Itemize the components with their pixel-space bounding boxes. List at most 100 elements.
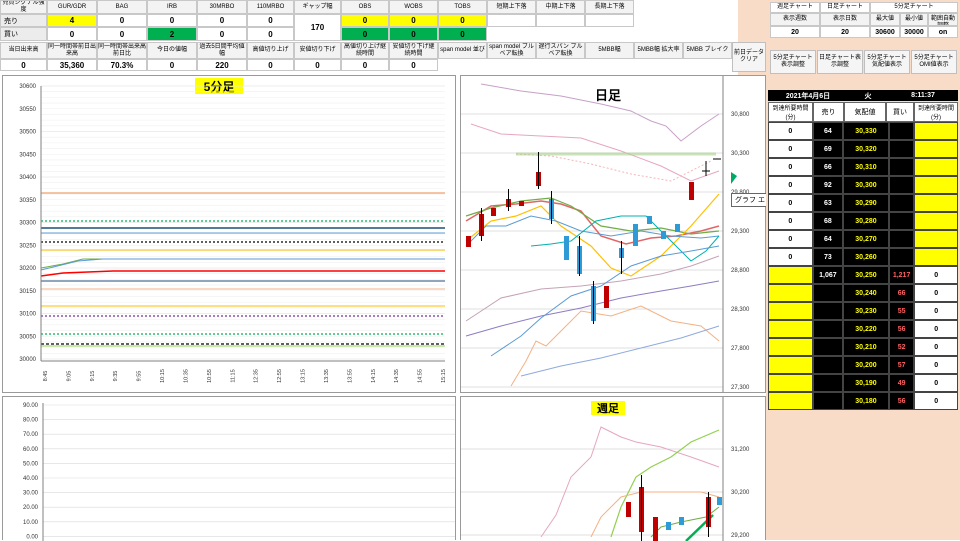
ob-header-sell: 売り	[813, 102, 844, 122]
orderbook-buy-row: 30,200 57 0	[768, 356, 958, 374]
lower-ytick: 10.00	[23, 520, 39, 526]
fivemin-xtick: 11:15	[230, 369, 236, 382]
header-5mbb-expand: 5MBB幅 拡大率	[634, 42, 683, 59]
orderbook-sell-row: 0 64 30,330	[768, 122, 958, 140]
orderbook-buy-row: 30,210 52 0	[768, 338, 958, 356]
fivemin-quote-button[interactable]: 5分足チャート気配値表示	[864, 50, 910, 74]
ob-buy-price: 30,190	[843, 374, 889, 392]
fivemin-ytick: 30000	[19, 357, 36, 363]
fivemin-adjust-button[interactable]: 5分足チャート表示調整	[770, 50, 816, 74]
sell-long	[585, 14, 634, 27]
header-irb: IRB	[147, 0, 197, 14]
min-input[interactable]: 30000	[900, 26, 928, 38]
ob-buy-qty: 52	[888, 338, 915, 356]
lower-ytick: 60.00	[23, 447, 39, 453]
header-span-order: span model 並び	[438, 42, 487, 59]
fivemin-xtick: 14:15	[371, 369, 377, 383]
ob-buy-time: 0	[914, 320, 958, 338]
orderbook-sell-row: 0 63 30,290	[768, 194, 958, 212]
ob-sell-buy-empty	[888, 212, 915, 230]
ob-buy-time: 0	[914, 356, 958, 374]
header-mid-term: 中期上下落	[536, 0, 585, 14]
buy-bag: 0	[97, 27, 147, 41]
auto-adjust-toggle[interactable]: on	[928, 26, 958, 38]
weekly-ytick: 31,200	[731, 447, 750, 453]
ob-buy-left-empty	[768, 302, 813, 320]
ob-buy-qty: 56	[888, 320, 915, 338]
volume-ratio-value: 70.3%	[97, 59, 147, 71]
daily-adjust-button[interactable]: 日足チャート表示調整	[817, 50, 863, 74]
fivemin-xtick: 12:55	[277, 369, 283, 383]
sell-mid	[536, 14, 585, 27]
weekly-chart-header: 週足チャート	[770, 2, 820, 13]
lower-chart-panel[interactable]: 90.00 80.00 70.00 60.00 50.00 40.00 30.00 20.00…	[2, 396, 456, 541]
weeks-input[interactable]: 20	[770, 26, 820, 38]
ob-buy-sell-qty	[812, 320, 844, 338]
ob-buy-qty: 66	[888, 284, 915, 302]
ob-buy-price: 30,220	[843, 320, 889, 338]
daily-ytick: 28,300	[731, 307, 750, 313]
fivemin-xtick: 8:45	[43, 371, 49, 382]
header-lower-low: 安値切り下げ	[294, 42, 341, 59]
orderbook-time: 8:11:37	[911, 92, 935, 99]
ob-sell-buy-empty	[888, 230, 915, 248]
header-110mrbo: 110MRBO	[247, 0, 294, 14]
weekly-chart-panel[interactable]: 週足 31,200 30,200 29,200	[460, 396, 766, 541]
buy-wobs: 0	[389, 27, 438, 41]
fivemin-omi-button[interactable]: 5分足チャートOMI値表示	[911, 50, 957, 74]
weekly-ytick: 30,200	[731, 490, 750, 496]
header-span-bullbear: span model ブルベア転換	[487, 42, 536, 59]
fivemin-ytick: 30550	[19, 107, 36, 113]
header-obs: OBS	[341, 0, 389, 14]
sell-tobs: 0	[438, 14, 487, 27]
ob-sell-time: 0	[768, 140, 813, 158]
fivemin-xtick: 13:55	[347, 369, 353, 383]
fivemin-xtick: 9:35	[113, 371, 119, 382]
fivemin-chart-panel[interactable]: 5分足 30600 30550 30500 30450 30400 30350 30300 3…	[2, 75, 456, 393]
lower-ytick: 50.00	[23, 461, 39, 467]
days-input[interactable]: 20	[820, 26, 870, 38]
higher-high-value: 0	[247, 59, 294, 71]
chart-settings-panel: 週足チャート 日足チャート 5分足チャート 表示週数 表示日数 最大値 最小値 …	[732, 0, 960, 84]
ob-header-time-left: 到達所要時間(分)	[768, 102, 813, 122]
ob-buy-sell-qty	[812, 284, 844, 302]
header-5day-avg-range: 過去5日間平均値幅	[197, 42, 247, 59]
ob-buy-qty: 56	[888, 392, 915, 410]
orderbook-buy-row: 30,180 56 0	[768, 392, 958, 410]
ob-buy-price: 30,240	[843, 284, 889, 302]
ob-buy-sell-qty: 1,067	[812, 266, 844, 284]
fivemin-chart-svg: 30600 30550 30500 30450 30400 30350 30300 30250…	[19, 84, 447, 383]
header-long-term: 長期上下落	[585, 0, 634, 14]
header-signal-strength: 売買シグナル強度	[0, 0, 47, 14]
ob-sell-price: 30,320	[843, 140, 889, 158]
orderbook-sell-row: 0 66 30,310	[768, 158, 958, 176]
header-5mbb-break: 5MBB ブレイク	[683, 42, 732, 59]
fivemin-xtick: 13:35	[324, 369, 330, 383]
fivemin-ytick: 30150	[19, 289, 36, 295]
fivemin-ytick: 30350	[19, 198, 36, 204]
daily-chart-panel[interactable]: 日足 30,800 30,300 29,300 28,800 28,300 27…	[460, 75, 783, 393]
ob-buy-time: 0	[914, 392, 958, 410]
orderbook-sell-row: 0 64 30,270	[768, 230, 958, 248]
buy-irb: 2	[147, 27, 197, 41]
clear-prev-day-button[interactable]: 前日データクリア	[732, 42, 766, 72]
fivemin-ytick: 30100	[19, 312, 36, 318]
lower-low-value: 0	[294, 59, 341, 71]
daily-ytick: 30,800	[731, 112, 750, 118]
ob-buy-qty: 57	[888, 356, 915, 374]
ob-sell-right-empty	[914, 158, 958, 176]
fivemin-xtick: 10:35	[183, 369, 189, 383]
ob-sell-right-empty	[914, 230, 958, 248]
ob-buy-price: 30,210	[843, 338, 889, 356]
ob-buy-sell-qty	[812, 302, 844, 320]
ob-buy-left-empty	[768, 392, 813, 410]
max-input[interactable]: 30600	[870, 26, 900, 38]
lower-ytick: 30.00	[23, 491, 39, 497]
ob-buy-left-empty	[768, 284, 813, 302]
orderbook-sell-row: 0 68 30,280	[768, 212, 958, 230]
fivemin-xtick: 9:55	[137, 371, 143, 382]
fivemin-xtick: 15:15	[441, 369, 447, 383]
orderbook-sell-row: 0 73 30,260	[768, 248, 958, 266]
ob-buy-time: 0	[914, 266, 958, 284]
ob-sell-price: 30,330	[843, 122, 889, 140]
